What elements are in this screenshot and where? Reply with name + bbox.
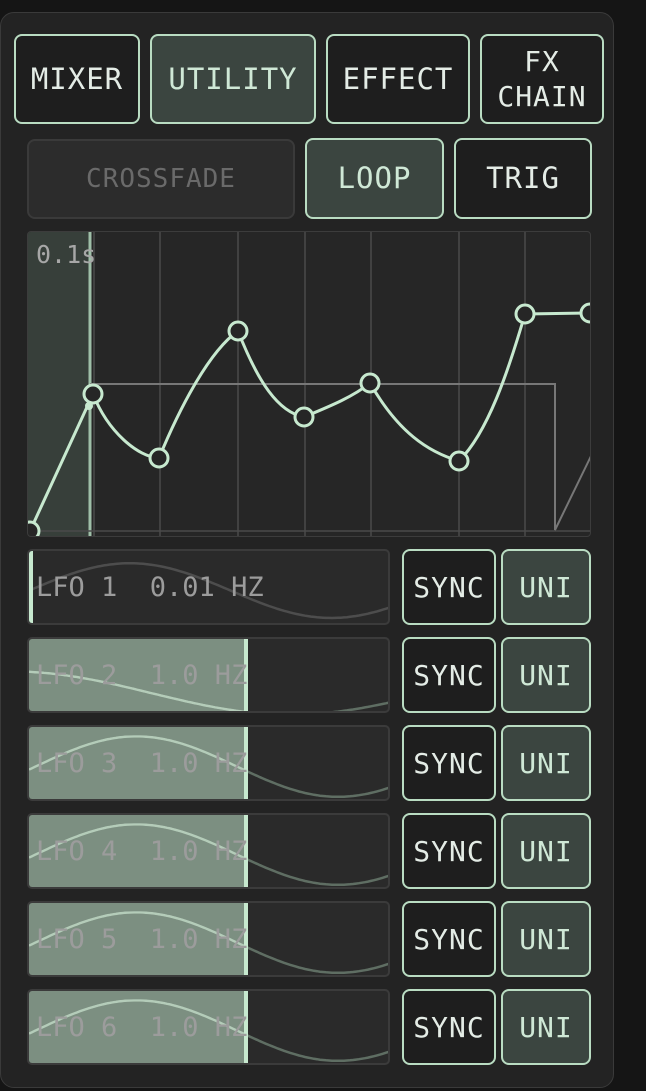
- lfo-sync-button[interactable]: SYNC: [402, 901, 496, 977]
- tab-fx-chain[interactable]: FX CHAIN: [480, 34, 604, 124]
- envelope-point: [227, 320, 249, 342]
- envelope-point: [82, 383, 104, 405]
- tab-mixer[interactable]: MIXER: [14, 34, 140, 124]
- lfo-sync-button[interactable]: SYNC: [402, 989, 496, 1065]
- lfo-uni-button[interactable]: UNI: [501, 725, 591, 801]
- envelope-point: [579, 302, 590, 324]
- tab-effect[interactable]: EFFECT: [326, 34, 470, 124]
- envelope-point: [448, 450, 470, 472]
- lfo-sync-button[interactable]: SYNC: [402, 549, 496, 625]
- envelope-point: [293, 406, 315, 428]
- lfo-label: LFO 3 1.0 HZ: [36, 747, 248, 779]
- loop-button[interactable]: LOOP: [305, 138, 444, 219]
- lfo-label: LFO 4 1.0 HZ: [36, 835, 248, 867]
- lfo-rate-slider[interactable]: LFO 1 0.01 HZ: [27, 549, 390, 625]
- lfo-uni-button[interactable]: UNI: [501, 637, 591, 713]
- lfo-uni-button[interactable]: UNI: [501, 813, 591, 889]
- lfo-row-4: LFO 4 1.0 HZ SYNC UNI: [27, 813, 591, 889]
- lfo-rate-slider[interactable]: LFO 3 1.0 HZ: [27, 725, 390, 801]
- lfo-uni-button[interactable]: UNI: [501, 549, 591, 625]
- crossfade-button[interactable]: CROSSFADE: [27, 139, 295, 219]
- tab-utility[interactable]: UTILITY: [150, 34, 316, 124]
- lfo-uni-button[interactable]: UNI: [501, 901, 591, 977]
- envelope-point: [148, 447, 170, 469]
- lfo-sync-button[interactable]: SYNC: [402, 725, 496, 801]
- lfo-row-1: LFO 1 0.01 HZ SYNC UNI: [27, 549, 591, 625]
- lfo-row-2: LFO 2 1.0 HZ SYNC UNI: [27, 637, 591, 713]
- lfo-rate-slider[interactable]: LFO 6 1.0 HZ: [27, 989, 390, 1065]
- loop-region: [28, 232, 90, 536]
- envelope-editor[interactable]: 0.1s: [27, 231, 591, 537]
- lfo-rate-slider[interactable]: LFO 5 1.0 HZ: [27, 901, 390, 977]
- trig-button[interactable]: TRIG: [454, 138, 592, 219]
- lfo-row-5: LFO 5 1.0 HZ SYNC UNI: [27, 901, 591, 977]
- lfo-rate-slider[interactable]: LFO 2 1.0 HZ: [27, 637, 390, 713]
- envelope-point: [359, 372, 381, 394]
- envelope-point: [514, 303, 536, 325]
- lfo-sync-button[interactable]: SYNC: [402, 637, 496, 713]
- envelope-points: [28, 302, 590, 536]
- lfo-label: LFO 2 1.0 HZ: [36, 659, 248, 691]
- time-label: 0.1s: [36, 240, 97, 269]
- lfo-rate-slider[interactable]: LFO 4 1.0 HZ: [27, 813, 390, 889]
- lfo-label: LFO 1 0.01 HZ: [36, 571, 264, 603]
- lfo-row-3: LFO 3 1.0 HZ SYNC UNI: [27, 725, 591, 801]
- lfo-row-6: LFO 6 1.0 HZ SYNC UNI: [27, 989, 591, 1065]
- envelope-point: [28, 520, 41, 536]
- lfo-label: LFO 5 1.0 HZ: [36, 923, 248, 955]
- lfo-rate-handle[interactable]: [29, 551, 33, 623]
- lfo-sync-button[interactable]: SYNC: [402, 813, 496, 889]
- envelope-graph[interactable]: [28, 232, 591, 537]
- lfo-uni-button[interactable]: UNI: [501, 989, 591, 1065]
- lfo-label: LFO 6 1.0 HZ: [36, 1011, 248, 1043]
